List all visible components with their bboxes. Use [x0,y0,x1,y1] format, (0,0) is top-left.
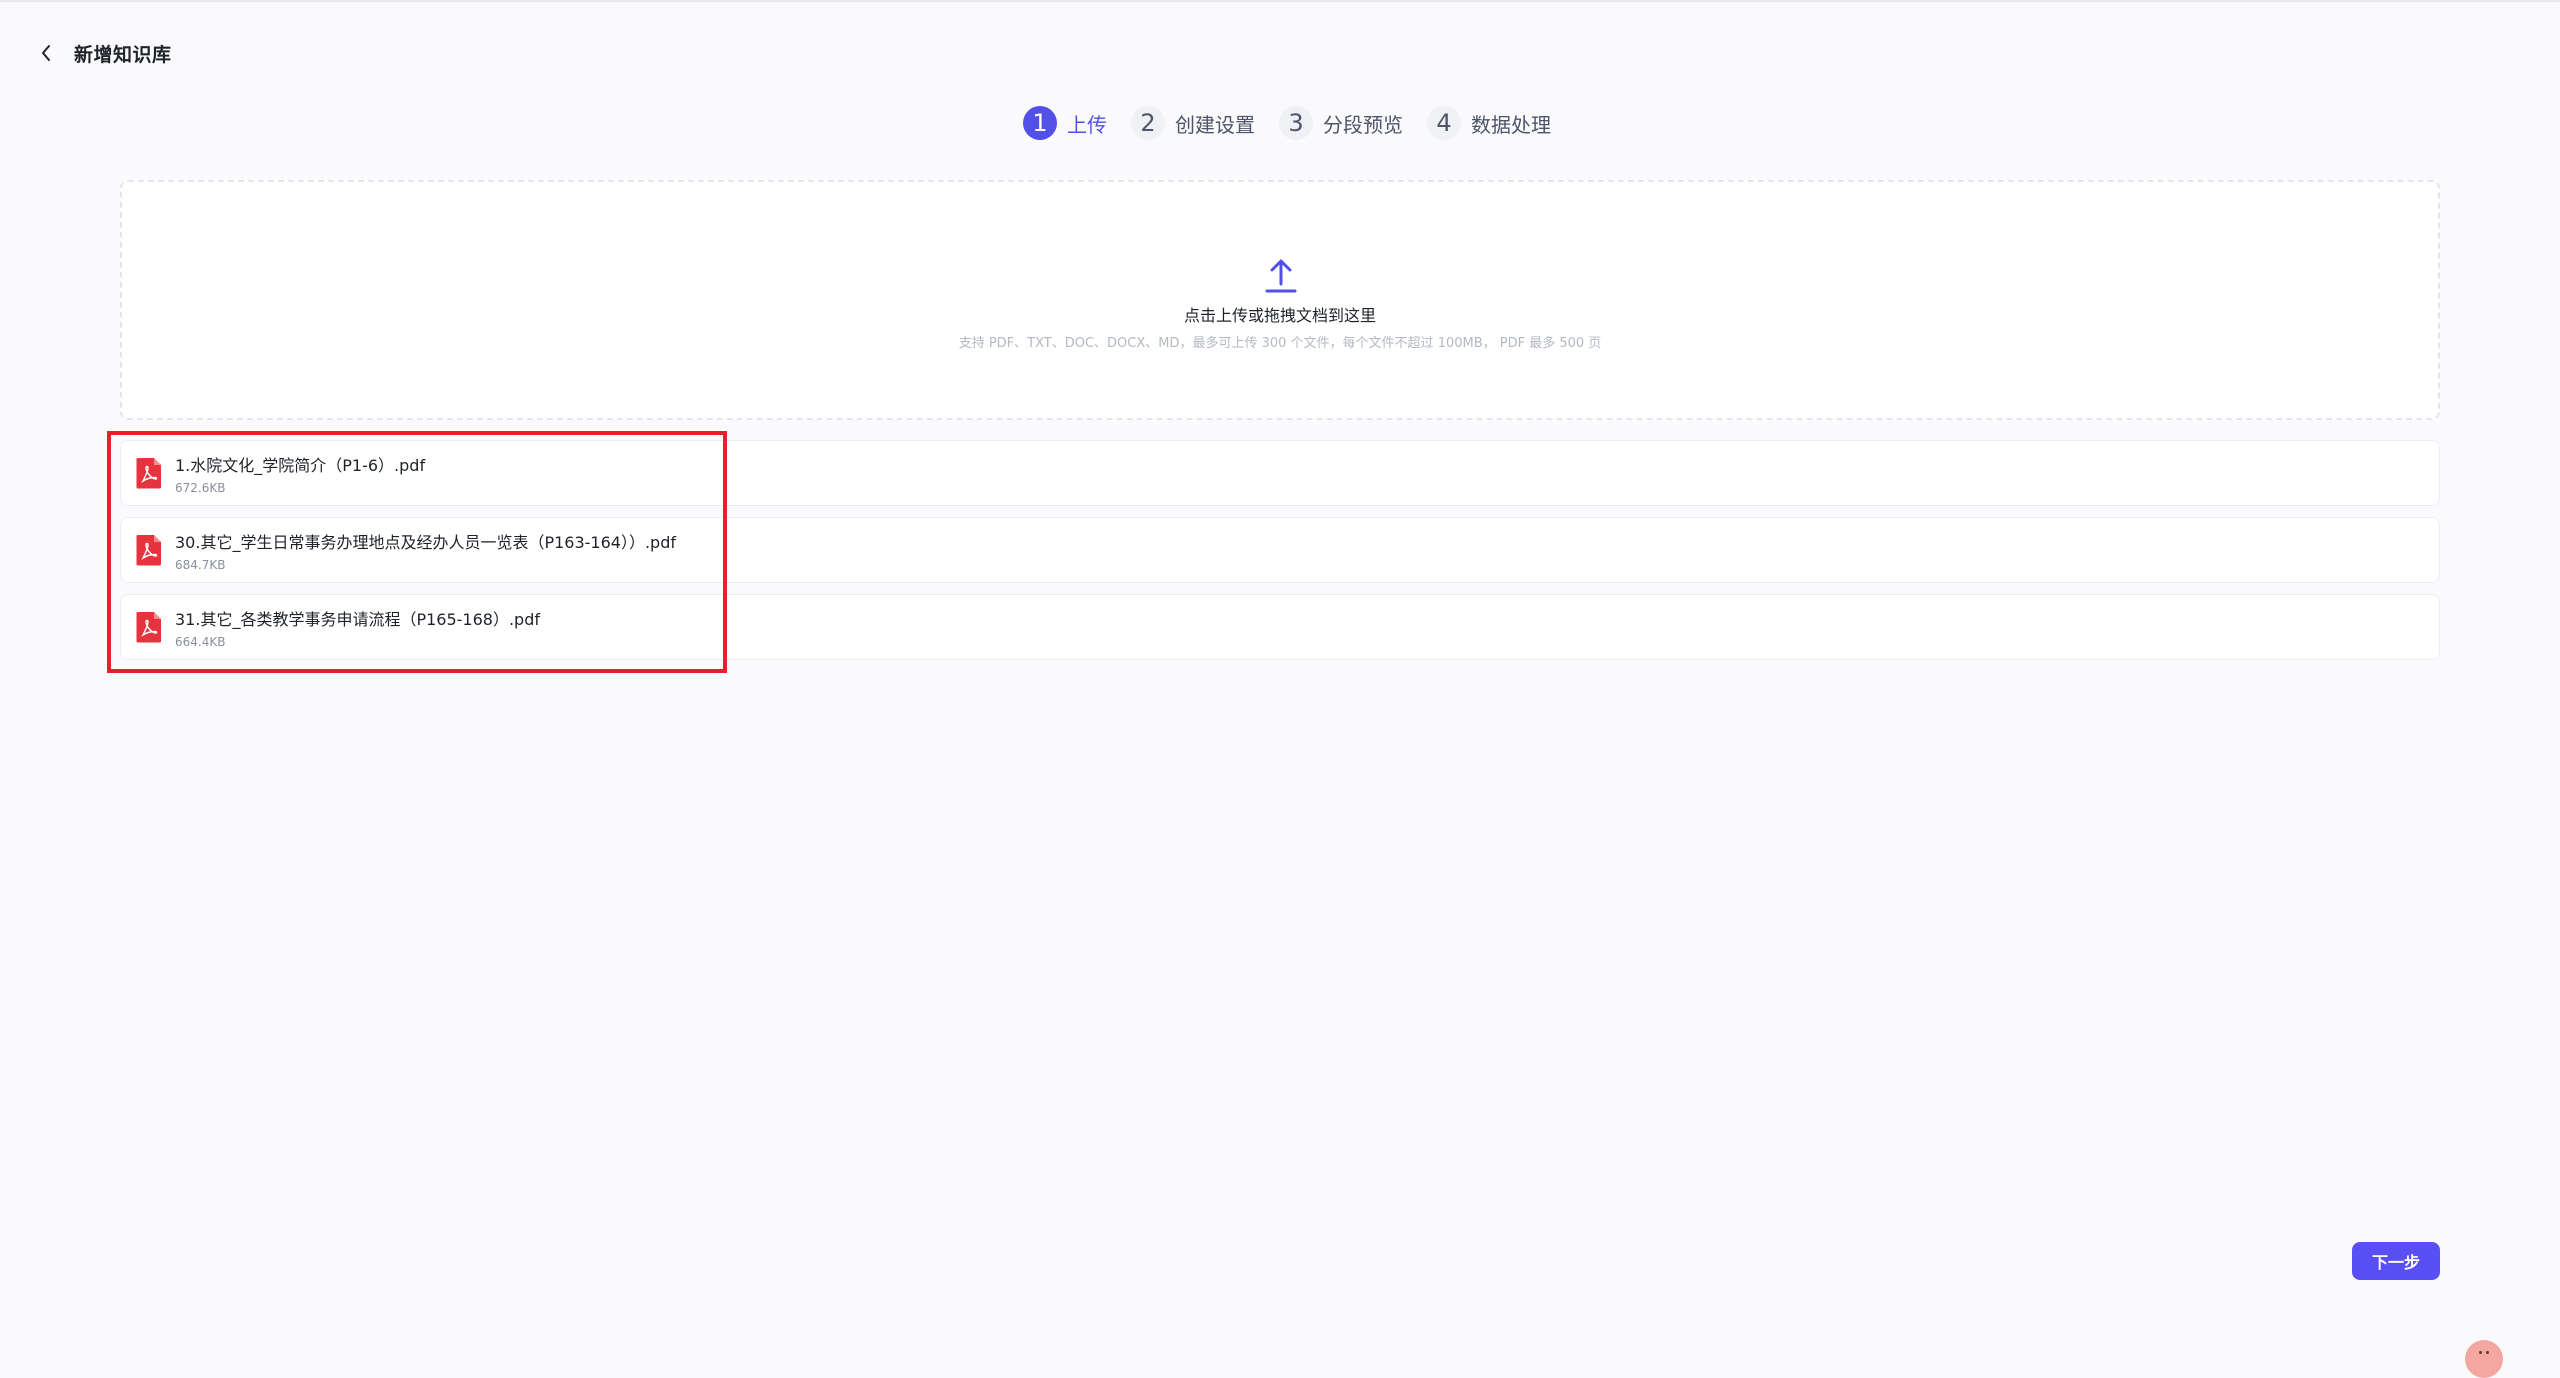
next-step-button[interactable]: 下一步 [2352,1242,2440,1280]
file-size: 684.7KB [175,557,226,572]
pdf-file-icon [136,612,161,643]
file-name: 1.水院文化_学院简介（P1-6）.pdf [175,455,426,475]
top-border [0,0,2560,2]
pdf-file-icon [136,458,161,489]
avatar[interactable] [2465,1340,2503,1378]
step-number: 2 [1131,106,1165,140]
step-create-settings: 2 创建设置 [1131,106,1255,140]
file-name: 30.其它_学生日常事务办理地点及经办人员一览表（P163-164））.pdf [175,532,676,552]
step-label: 上传 [1067,112,1107,137]
upload-title: 点击上传或拖拽文档到这里 [1183,306,1376,325]
step-label: 分段预览 [1323,112,1403,137]
step-number: 3 [1279,106,1313,140]
step-data-processing: 4 数据处理 [1427,106,1551,140]
upload-hint: 支持 PDF、TXT、DOC、DOCX、MD，最多可上传 300 个文件，每个文… [958,336,1602,351]
pdf-file-icon [136,535,161,566]
file-list: 1.水院文化_学院简介（P1-6）.pdf 672.6KB 30.其它_学生日常… [120,440,2440,671]
file-item[interactable]: 1.水院文化_学院简介（P1-6）.pdf 672.6KB [120,440,2440,506]
file-size: 672.6KB [175,480,226,495]
file-size: 664.4KB [175,634,226,649]
step-label: 创建设置 [1175,112,1255,137]
upload-icon [1265,259,1297,293]
step-label: 数据处理 [1471,112,1551,137]
chevron-left-icon[interactable] [36,34,56,72]
page-header: 新增知识库 [36,34,172,72]
page-title: 新增知识库 [74,43,172,66]
file-name: 31.其它_各类教学事务申请流程（P165-168）.pdf [175,609,540,629]
upload-dropzone[interactable]: 点击上传或拖拽文档到这里 支持 PDF、TXT、DOC、DOCX、MD，最多可上… [120,180,2440,420]
file-item[interactable]: 31.其它_各类教学事务申请流程（P165-168）.pdf 664.4KB [120,594,2440,660]
step-upload: 1 上传 [1023,106,1107,140]
stepper: 1 上传 2 创建设置 3 分段预览 4 数据处理 [1023,106,1551,140]
step-number: 4 [1427,106,1461,140]
step-segment-preview: 3 分段预览 [1279,106,1403,140]
file-item[interactable]: 30.其它_学生日常事务办理地点及经办人员一览表（P163-164））.pdf … [120,517,2440,583]
step-number: 1 [1023,106,1057,140]
